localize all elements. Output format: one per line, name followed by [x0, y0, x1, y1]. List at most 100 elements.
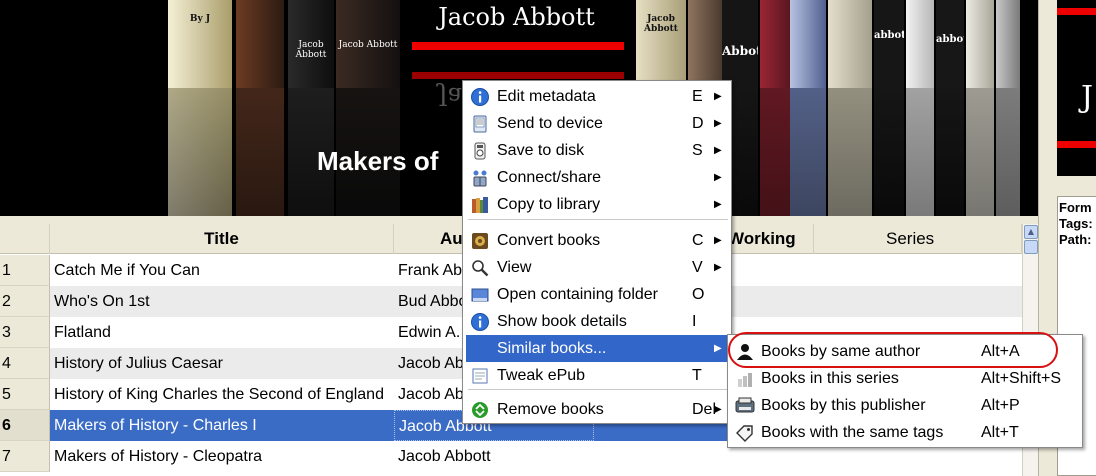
submenu-item-shortcut: Alt+T	[981, 424, 1019, 441]
menu-item-save-to-disk[interactable]: Save to disk S ▶	[466, 137, 730, 164]
menu-item-open-containing-folder[interactable]: Open containing folder O	[466, 281, 730, 308]
tweak-epub-icon	[471, 367, 489, 385]
menu-item-shortcut: O	[692, 286, 705, 303]
view-icon	[471, 259, 489, 277]
publisher-icon	[735, 397, 755, 415]
cover-book-6-author: Jacob Abbott	[644, 14, 678, 34]
rownum-header	[0, 224, 50, 254]
cover-book-15[interactable]	[966, 0, 994, 216]
cell-title[interactable]: History of Julius Caesar	[50, 348, 394, 379]
cover-current-bar	[412, 42, 624, 50]
row-number: 7	[0, 441, 50, 472]
cover-book-4[interactable]: Jacob Abbott	[336, 0, 400, 216]
submenu-arrow-icon: ▶	[714, 343, 722, 354]
menu-item-shortcut: D	[692, 115, 704, 132]
submenu-arrow-icon: ▶	[714, 235, 722, 246]
menu-item-send-to-device[interactable]: Send to device D ▶	[466, 110, 730, 137]
submenu-arrow-icon: ▶	[714, 404, 722, 415]
cover-book-12[interactable]: abbott	[874, 0, 904, 216]
menu-item-label: Copy to library	[497, 196, 601, 213]
menu-item-shortcut: E	[692, 88, 703, 105]
column-series[interactable]: Series	[814, 224, 1022, 254]
tags-icon	[735, 424, 755, 442]
context-menu[interactable]: Edit metadata E ▶ Send to device D ▶ Save to d…	[462, 80, 732, 424]
menu-item-tweak-epub[interactable]: Tweak ePub T	[466, 362, 730, 389]
submenu-item-books-by-this-publisher[interactable]: Books by this publisher Alt+P	[731, 392, 1081, 419]
menu-item-copy-to-library[interactable]: Copy to library ▶	[466, 191, 730, 218]
scrollbar-thumb[interactable]	[1024, 240, 1038, 254]
remove-icon	[471, 401, 489, 419]
cell-title[interactable]: Who's On 1st	[50, 286, 394, 317]
details-icon	[471, 313, 489, 331]
cover-book-9[interactable]	[760, 0, 790, 216]
menu-item-shortcut: C	[692, 232, 704, 249]
menu-item-edit-metadata[interactable]: Edit metadata E ▶	[466, 83, 730, 110]
convert-icon	[471, 232, 489, 250]
details-formats-label: Form	[1059, 200, 1092, 215]
cover-book-14[interactable]: abbott	[936, 0, 964, 216]
menu-item-shortcut: Del	[692, 401, 717, 418]
menu-item-label: Edit metadata	[497, 88, 596, 105]
row-number: 2	[0, 286, 50, 317]
cover-book-1[interactable]: By J	[168, 0, 232, 216]
cell-author[interactable]: Jacob Abbott	[394, 441, 594, 472]
cover-book-8-author: Abbott	[722, 44, 758, 58]
menu-item-show-book-details[interactable]: Show book details I	[466, 308, 730, 335]
row-number: 5	[0, 379, 50, 410]
details-tags-label: Tags:	[1059, 216, 1093, 231]
cover-book-13[interactable]	[906, 0, 934, 216]
submenu-arrow-icon: ▶	[714, 118, 722, 129]
menu-item-label: Connect/share	[497, 169, 602, 186]
menu-item-view[interactable]: View V ▶	[466, 254, 730, 281]
scroll-up-icon[interactable]: ▲	[1024, 225, 1038, 239]
submenu-item-books-in-this-series[interactable]: Books in this series Alt+Shift+S	[731, 365, 1081, 392]
menu-item-label: Send to device	[497, 115, 603, 132]
folder-icon	[471, 286, 489, 304]
cell-title[interactable]: Makers of History - Cleopatra	[50, 441, 394, 472]
submenu-item-label: Books in this series	[761, 370, 899, 387]
row-number: 4	[0, 348, 50, 379]
details-path-label: Path:	[1059, 232, 1092, 247]
menu-item-label: Convert books	[497, 232, 601, 249]
send-to-device-icon	[471, 115, 489, 133]
cell-title[interactable]: Flatland	[50, 317, 394, 348]
menu-item-remove-books[interactable]: Remove books Del ▶	[466, 396, 730, 423]
menu-item-shortcut: V	[692, 259, 703, 276]
submenu-item-shortcut: Alt+P	[981, 397, 1020, 414]
cell-title[interactable]: History of King Charles the Second of En…	[50, 379, 394, 410]
menu-item-label: Open containing folder	[497, 286, 658, 303]
cover-book-14-author: abbott	[936, 34, 964, 45]
cell-title[interactable]: Makers of History - Charles I	[50, 410, 394, 441]
submenu-arrow-icon: ▶	[714, 199, 722, 210]
annotation-ring	[728, 332, 1058, 368]
cover-book-2[interactable]	[236, 0, 284, 216]
similar-books-icon	[471, 340, 489, 358]
menu-item-connect-share[interactable]: Connect/share ▶	[466, 164, 730, 191]
cover-current-title: Makers of	[317, 146, 439, 176]
menu-item-label: Remove books	[497, 401, 604, 418]
cover-book-3[interactable]: Jacob Abbott	[288, 0, 334, 216]
cover-book-10[interactable]	[790, 0, 826, 216]
cover-book-11[interactable]	[828, 0, 872, 216]
submenu-item-books-with-the-same-tags[interactable]: Books with the same tags Alt+T	[731, 419, 1081, 446]
cover-book-3-author: Jacob Abbott	[295, 40, 327, 60]
row-number: 6	[0, 410, 50, 441]
submenu-item-label: Books by this publisher	[761, 397, 926, 414]
row-number: 3	[0, 317, 50, 348]
cover-book-16[interactable]	[996, 0, 1020, 216]
details-cover-image: J	[1057, 0, 1096, 176]
column-title[interactable]: Title	[50, 224, 394, 254]
details-cover-letter: J	[1081, 80, 1094, 115]
cell-title[interactable]: Catch Me if You Can	[50, 255, 394, 286]
cover-current[interactable]: Jacob Abbott	[409, 0, 624, 52]
submenu-arrow-icon: ▶	[714, 262, 722, 273]
menu-item-similar-books[interactable]: Similar books... ▶	[466, 335, 730, 362]
menu-separator	[468, 389, 728, 390]
menu-separator	[468, 219, 728, 220]
submenu-item-label: Books with the same tags	[761, 424, 944, 441]
cover-book-1-author: By J	[189, 14, 211, 24]
copy-library-icon	[471, 196, 489, 214]
menu-item-convert-books[interactable]: Convert books C ▶	[466, 227, 730, 254]
cover-current-author: Jacob Abbott	[438, 3, 595, 31]
menu-item-shortcut: I	[692, 313, 697, 330]
